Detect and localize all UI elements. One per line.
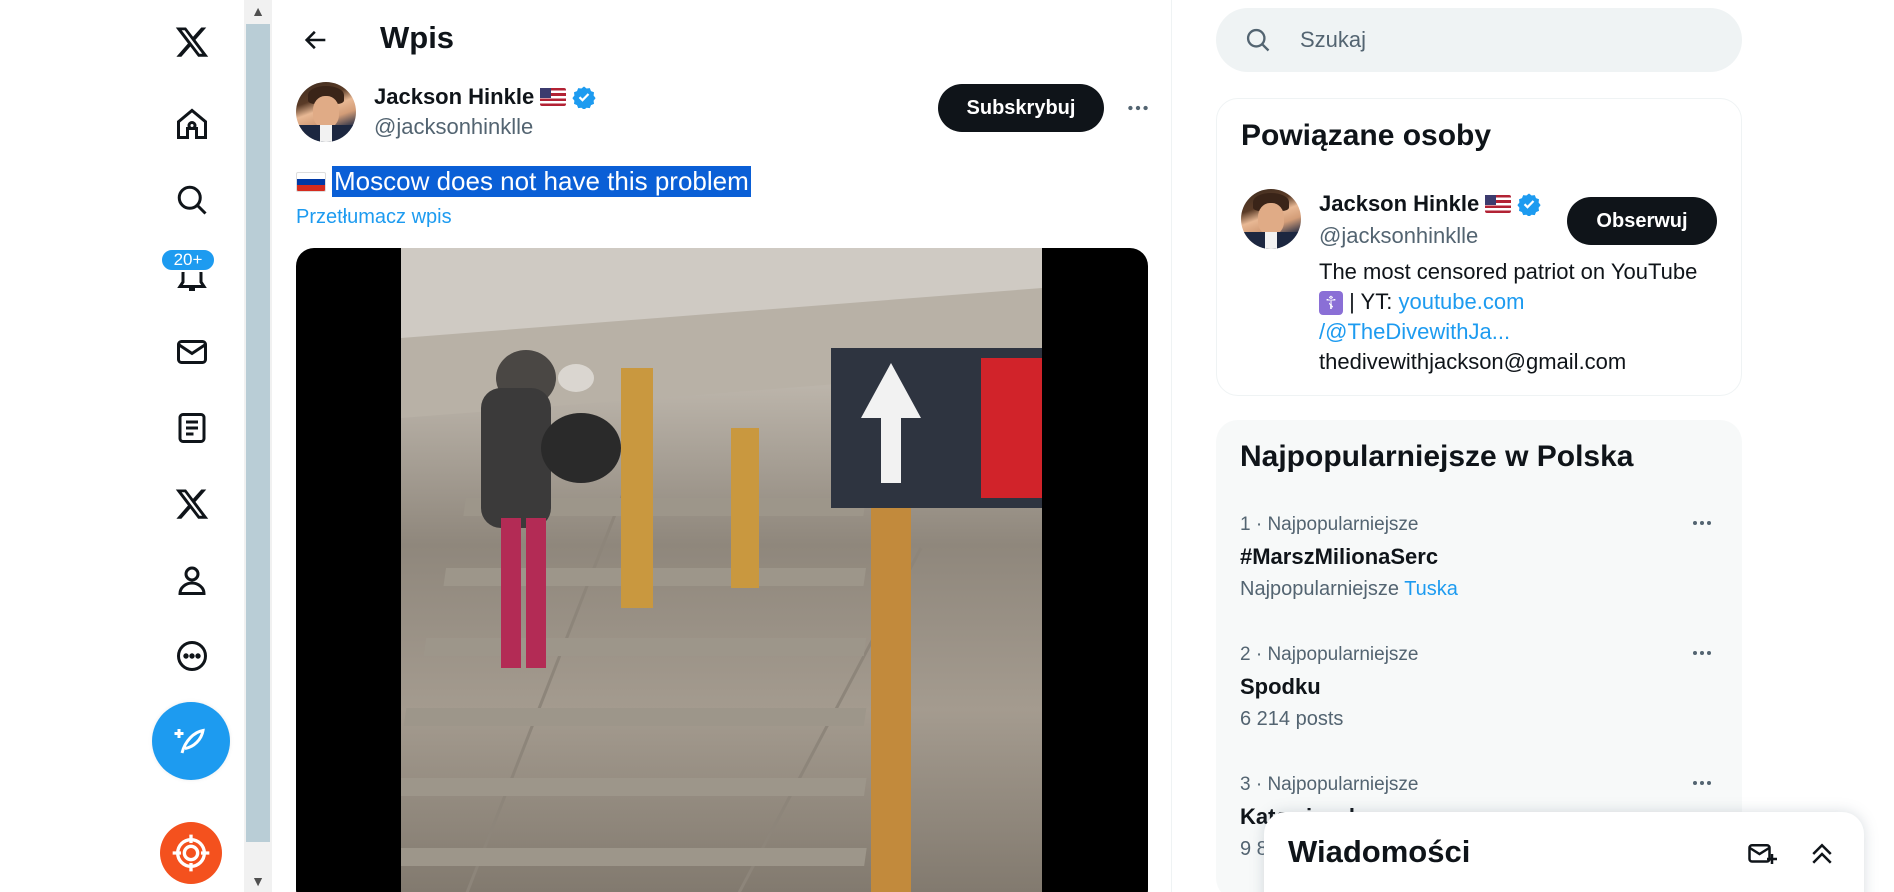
related-user-name[interactable]: Jackson Hinkle — [1319, 191, 1479, 217]
post-more-icon[interactable] — [1118, 90, 1158, 126]
post-text: Moscow does not have this problem — [296, 166, 751, 197]
bio-line-3: /@TheDivewithJa... — [1319, 317, 1729, 347]
x-logo-icon[interactable] — [162, 12, 222, 72]
bio-youtube-link-path[interactable]: /@TheDivewithJa... — [1319, 319, 1510, 344]
author-handle[interactable]: @jacksonhinklle — [374, 114, 533, 140]
notifications-badge: 20+ — [160, 248, 216, 272]
translate-post-link[interactable]: Przetłumacz wpis — [296, 206, 452, 229]
verified-badge-icon[interactable] — [572, 85, 596, 109]
subscribe-button[interactable]: Subskrybuj — [938, 84, 1104, 132]
author-name[interactable]: Jackson Hinkle — [374, 84, 534, 110]
scroll-thumb[interactable] — [246, 24, 270, 842]
left-navigation: 20+ — [140, 0, 244, 892]
bio-line-2: ☦ | YT: youtube.com — [1319, 287, 1729, 317]
follow-button[interactable]: Obserwuj — [1567, 197, 1717, 245]
trend-subtitle: 6 214 posts — [1240, 708, 1343, 731]
video-frame-image — [401, 248, 1042, 892]
trend-subtitle-text: Najpopularniejsze — [1240, 578, 1399, 600]
trend-item[interactable]: 2 · Najpopularniejsze Spodku 6 214 posts — [1240, 644, 1720, 764]
search-input[interactable] — [1300, 8, 1720, 72]
trend-title[interactable]: Spodku — [1240, 674, 1321, 700]
trend-more-icon[interactable] — [1684, 768, 1720, 798]
lists-icon[interactable] — [162, 398, 222, 458]
compose-post-button[interactable] — [152, 702, 230, 780]
more-options-icon[interactable] — [162, 626, 222, 686]
trend-subtitle: Najpopularniejsze Tuska — [1240, 578, 1458, 601]
us-flag-icon — [540, 88, 567, 106]
profile-icon[interactable] — [162, 550, 222, 610]
author-avatar[interactable] — [296, 82, 356, 142]
trend-item[interactable]: 1 · Najpopularniejsze #MarszMilionaSerc … — [1240, 514, 1720, 634]
related-user-handle[interactable]: @jacksonhinklle — [1319, 223, 1478, 249]
right-sidebar: Powiązane osoby Jackson Hinkle @jacksonh… — [1216, 0, 1756, 892]
author-name-row[interactable]: Jackson Hinkle — [374, 84, 596, 110]
post-video[interactable] — [296, 248, 1148, 892]
related-people-title: Powiązane osoby — [1241, 119, 1492, 152]
bio-line-1: The most censored patriot on YouTube — [1319, 259, 1698, 284]
scroll-up-arrow-icon[interactable]: ▲ — [244, 0, 272, 22]
bio-youtube-link[interactable]: youtube.com — [1398, 289, 1524, 314]
page-scrollbar[interactable]: ▲ ▼ — [244, 0, 272, 892]
search-icon — [1246, 28, 1270, 52]
orthodox-cross-emoji-icon: ☦ — [1319, 291, 1343, 316]
scroll-down-arrow-icon[interactable]: ▼ — [244, 870, 272, 892]
trend-meta: 3 · Najpopularniejsze — [1240, 774, 1419, 795]
trend-more-icon[interactable] — [1684, 508, 1720, 538]
main-column: Wpis Jackson Hinkle @jacksonhinklle Subs… — [272, 0, 1172, 892]
premium-x-icon[interactable] — [162, 474, 222, 534]
search-bar[interactable] — [1216, 8, 1742, 72]
extension-target-icon[interactable] — [160, 822, 222, 884]
post-text-content: Moscow does not have this problem — [332, 166, 751, 197]
page-title: Wpis — [380, 20, 455, 55]
home-icon[interactable] — [162, 94, 222, 154]
trend-subtitle-link[interactable]: Tuska — [1404, 578, 1458, 600]
trend-more-icon[interactable] — [1684, 638, 1720, 668]
bio-yt-prefix: | YT: — [1349, 289, 1393, 314]
russia-flag-icon — [296, 171, 326, 192]
messages-title[interactable]: Wiadomości — [1288, 834, 1470, 870]
new-message-icon[interactable] — [1742, 834, 1782, 874]
related-people-card: Powiązane osoby Jackson Hinkle @jacksonh… — [1216, 98, 1742, 396]
bio-email: thedivewithjackson@gmail.com — [1319, 349, 1627, 374]
post-header: Wpis — [272, 0, 1172, 80]
back-arrow-icon[interactable] — [294, 18, 338, 62]
messages-drawer[interactable]: Wiadomości — [1264, 812, 1864, 892]
verified-badge-icon[interactable] — [1517, 192, 1541, 216]
related-user-avatar[interactable] — [1241, 189, 1301, 249]
trends-title: Najpopularniejsze w Polska — [1240, 440, 1634, 473]
expand-drawer-chevrons-icon[interactable] — [1802, 834, 1842, 874]
trend-meta: 1 · Najpopularniejsze — [1240, 514, 1419, 535]
trend-meta: 2 · Najpopularniejsze — [1240, 644, 1419, 665]
trend-subtitle-text: 6 214 posts — [1240, 708, 1344, 730]
trend-title[interactable]: #MarszMilionaSerc — [1240, 544, 1438, 570]
related-user-name-row[interactable]: Jackson Hinkle — [1319, 191, 1541, 217]
us-flag-icon — [1485, 195, 1512, 213]
related-user-bio: The most censored patriot on YouTube ☦ |… — [1319, 257, 1729, 377]
explore-search-icon[interactable] — [162, 170, 222, 230]
messages-mail-icon[interactable] — [162, 322, 222, 382]
